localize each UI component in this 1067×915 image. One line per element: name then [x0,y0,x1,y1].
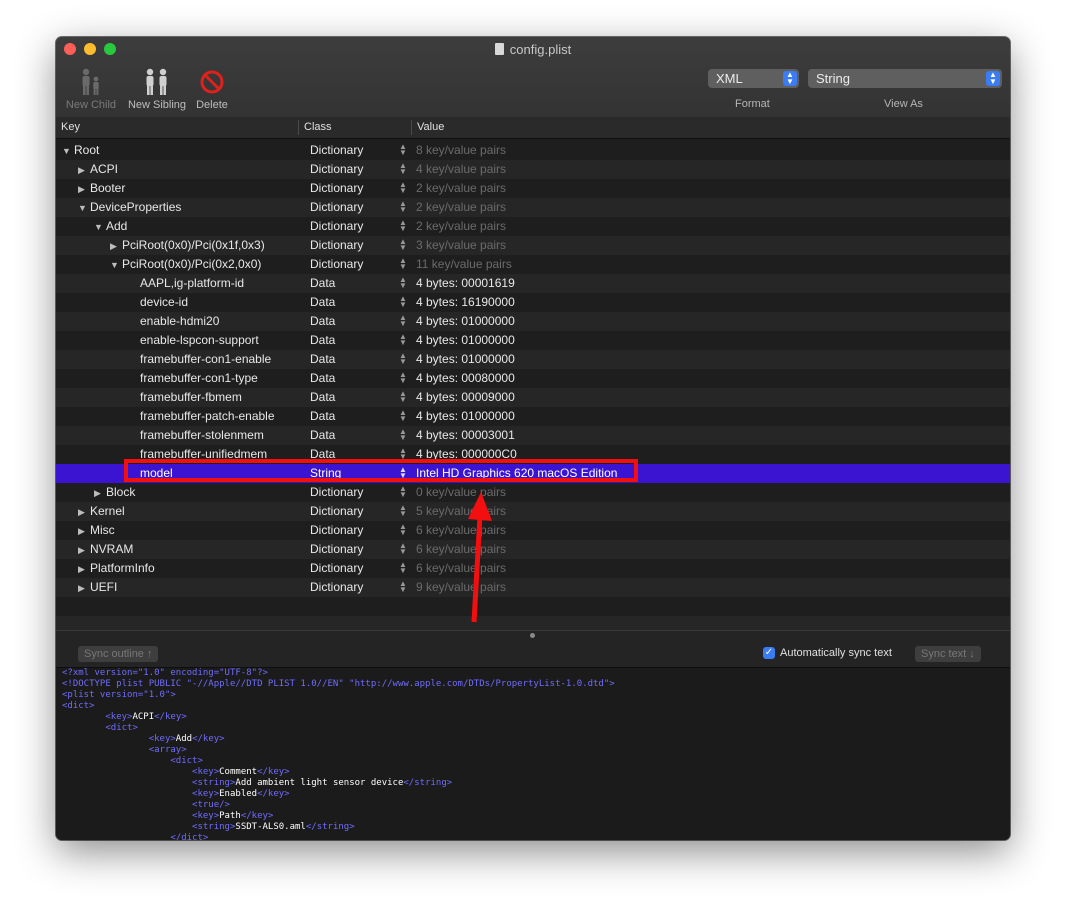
xml-markup: </key> [192,734,225,744]
divider-handle[interactable] [530,633,535,638]
xml-markup: </key> [240,811,274,821]
xml-text: Comment [219,767,258,777]
xml-markup: <key> [192,811,220,821]
xml-line: <key>Path</key> [56,811,1010,822]
xml-markup: </key> [257,767,290,777]
xml-markup: <key> [192,789,220,799]
xml-markup: <array> [148,745,187,755]
xml-markup: <string> [192,778,236,788]
xml-line: <string>SSDT-ALS0.aml</string> [56,822,1010,833]
xml-markup: <?xml version="1.0" encoding="UTF-8"?> [62,668,268,678]
sync-bar: Sync outline ↑ ✓ Automatically sync text… [56,640,1010,668]
xml-markup [62,712,105,722]
xml-markup: <dict> [62,701,95,711]
xml-markup [62,723,105,733]
xml-line: <true/> [56,800,1010,811]
xml-markup: </string> [305,822,355,832]
xml-line: <!DOCTYPE plist PUBLIC "-//Apple//DTD PL… [56,679,1010,690]
xml-markup [62,734,149,744]
xml-markup: <true/> [192,800,230,810]
xml-markup: <!DOCTYPE plist PUBLIC "-//Apple//DTD PL… [62,679,615,689]
xml-line: <?xml version="1.0" encoding="UTF-8"?> [56,668,1010,679]
xml-markup [62,800,192,810]
xml-markup: <string> [192,822,236,832]
xml-markup: </dict> [170,833,209,840]
xml-markup: </string> [403,778,453,788]
sync-text-button[interactable]: Sync text ↓ [915,646,981,662]
xml-line: <key>Comment</key> [56,767,1010,778]
xml-markup: <dict> [105,723,138,733]
plist-editor-window: config.plist New Child New Sibling Delet… [56,37,1010,840]
xml-markup [62,745,149,755]
xml-text: Add [175,734,193,744]
xml-markup: <key> [192,767,220,777]
auto-sync-label: Automatically sync text [780,647,892,659]
xml-markup [62,756,170,766]
xml-text: Enabled [219,789,258,799]
xml-markup: <dict> [170,756,203,766]
xml-line: <string>Add ambient light sensor device<… [56,778,1010,789]
xml-line: <dict> [56,723,1010,734]
auto-sync-checkbox[interactable]: ✓ [763,647,775,659]
xml-markup: <key> [105,712,133,722]
xml-markup: <plist version="1.0"> [62,690,176,700]
xml-line: <array> [56,745,1010,756]
xml-markup [62,789,192,799]
xml-line: </dict> [56,833,1010,840]
xml-text: Add ambient light sensor device [235,778,404,788]
xml-text: Path [219,811,241,821]
xml-line: <plist version="1.0"> [56,690,1010,701]
xml-text-view[interactable]: <?xml version="1.0" encoding="UTF-8"?> <!… [56,668,1010,840]
xml-markup: </key> [257,789,290,799]
sync-outline-button[interactable]: Sync outline ↑ [78,646,159,662]
xml-markup [62,822,192,832]
xml-line: <dict> [56,701,1010,712]
xml-line: <key>Add</key> [56,734,1010,745]
xml-markup: <key> [148,734,176,744]
xml-text: ACPI [132,712,155,722]
xml-text: SSDT-ALS0.aml [235,822,306,832]
xml-markup [62,833,170,840]
xml-markup [62,778,192,788]
xml-line: <key>ACPI</key> [56,712,1010,723]
xml-line: <dict> [56,756,1010,767]
xml-line: <key>Enabled</key> [56,789,1010,800]
xml-markup [62,811,192,821]
xml-markup [62,767,192,777]
xml-markup: </key> [154,712,187,722]
